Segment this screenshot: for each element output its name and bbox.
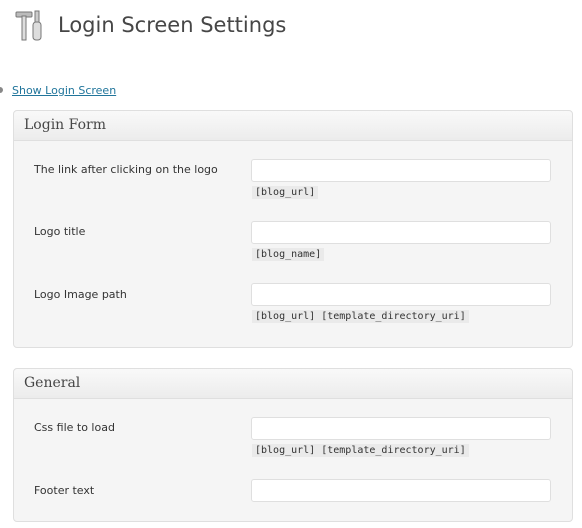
logo-link-label: The link after clicking on the logo	[34, 163, 218, 176]
logo-image-path-input[interactable]	[251, 283, 551, 306]
general-panel: General Css file to load [blog_url] [tem…	[13, 368, 573, 522]
show-login-screen-link[interactable]: Show Login Screen	[12, 84, 116, 97]
login-form-panel: Login Form The link after clicking on th…	[13, 110, 573, 348]
logo-link-hint: [blog_url]	[252, 186, 319, 199]
panel-title: Login Form	[14, 111, 572, 141]
logo-title-hint: [blog_name]	[252, 248, 325, 261]
logo-title-label: Logo title	[34, 225, 86, 238]
panel-title: General	[14, 369, 572, 399]
bullet-icon	[0, 87, 3, 93]
tools-icon	[15, 10, 42, 41]
css-file-label: Css file to load	[34, 421, 115, 434]
page-title: Login Screen Settings	[58, 13, 287, 37]
logo-link-input[interactable]	[251, 159, 551, 182]
logo-image-path-label: Logo Image path	[34, 288, 127, 301]
footer-text-label: Footer text	[34, 484, 95, 497]
css-file-hint: [blog_url] [template_directory_uri]	[252, 444, 469, 457]
logo-image-path-hint: [blog_url] [template_directory_uri]	[252, 310, 469, 323]
logo-title-input[interactable]	[251, 221, 551, 244]
footer-text-input[interactable]	[251, 479, 551, 502]
page-header: Login Screen Settings	[14, 8, 286, 42]
css-file-input[interactable]	[251, 417, 551, 440]
